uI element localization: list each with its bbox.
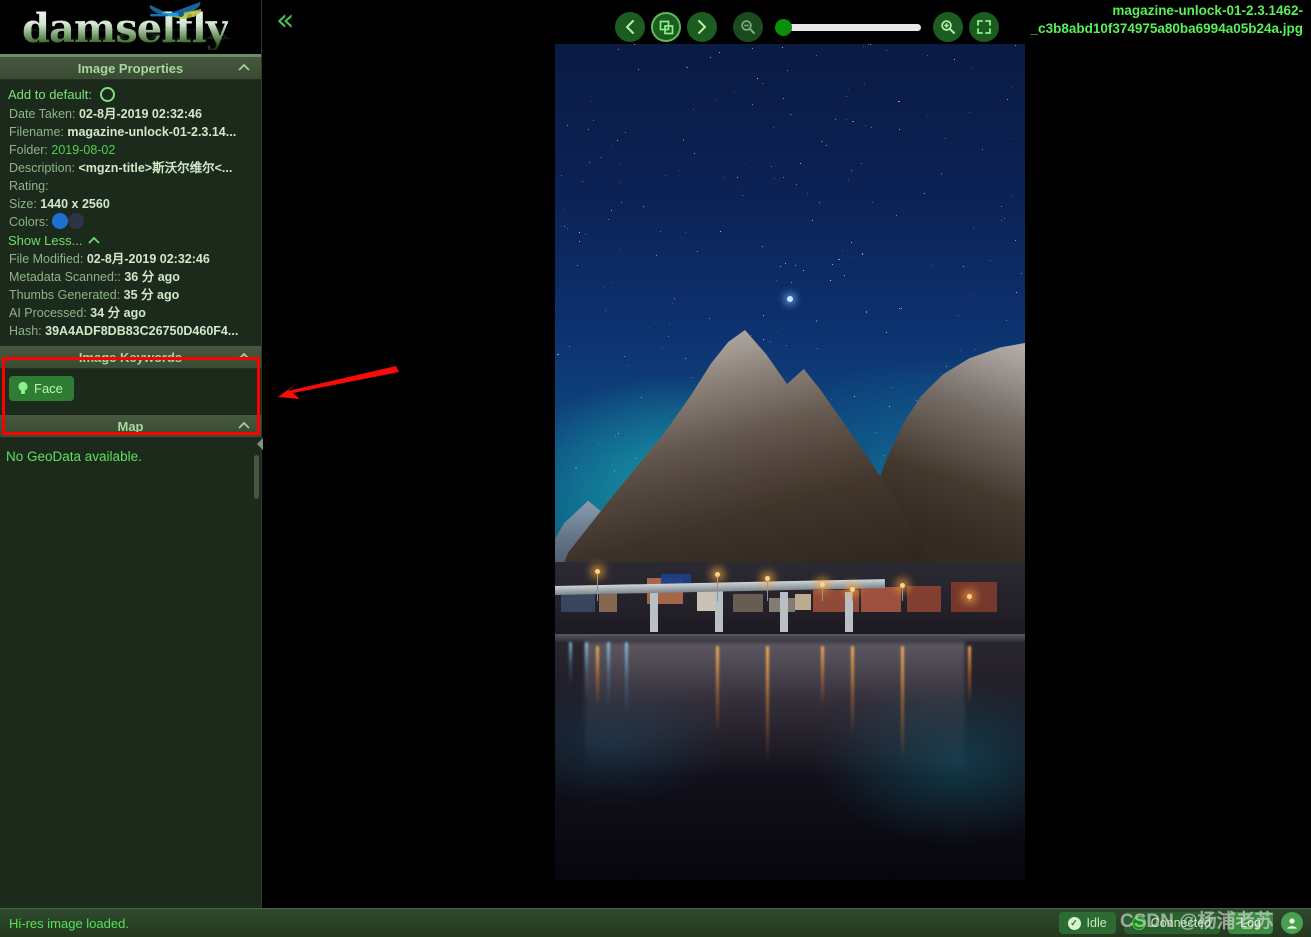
photo-bright-star	[787, 296, 793, 302]
property-label: Hash:	[9, 324, 46, 338]
status-connected-badge[interactable]: Connected	[1123, 912, 1221, 934]
property-label: Description:	[9, 161, 79, 175]
user-glyph-icon	[1287, 918, 1297, 929]
property-row: Size: 1440 x 2560	[0, 195, 261, 213]
property-label: Filename:	[9, 125, 68, 139]
property-row: AI Processed: 34 分 ago	[0, 304, 261, 322]
panel-body-map: No GeoData available.	[0, 438, 261, 475]
damselfly-app: damselfly damselfly Image Properties Add…	[0, 0, 1311, 937]
color-swatches	[52, 213, 85, 229]
magnifier-minus-icon	[741, 20, 755, 34]
sidebar: damselfly damselfly Image Properties Add…	[0, 0, 262, 908]
panel-body-image-keywords: Face	[0, 369, 261, 413]
image-viewer	[262, 0, 1311, 908]
chevron-right-icon	[698, 20, 707, 34]
property-label: Date Taken:	[9, 107, 79, 121]
transform-crop-button[interactable]	[651, 12, 681, 42]
status-indicators: ✓ Idle Connected Log	[1058, 912, 1311, 934]
top-toolbar: « magazine-unlock-01-2.3.1462- _c3b8abd1…	[262, 0, 1311, 44]
panel-header-image-keywords[interactable]: Image Keywords	[0, 346, 261, 369]
green-dot-icon	[1132, 917, 1145, 929]
property-label: AI Processed:	[9, 306, 91, 320]
app-logo[interactable]: damselfly damselfly	[0, 0, 261, 57]
circle-outline-icon[interactable]	[99, 87, 115, 102]
photo-canvas[interactable]	[555, 42, 1025, 880]
property-row: Thumbs Generated: 35 分 ago	[0, 286, 261, 304]
property-value: 34 分 ago	[90, 306, 146, 320]
status-message: Hi-res image loaded.	[9, 915, 129, 931]
property-value: 36 分 ago	[124, 270, 180, 284]
show-less-label: Show Less...	[8, 233, 83, 248]
chevron-up-icon[interactable]	[237, 61, 251, 75]
property-row: Hash: 39A4ADF8DB83C26750D460F4...	[0, 322, 261, 340]
panel-title-image-properties: Image Properties	[77, 61, 184, 76]
property-value: 02-8月-2019 02:32:46	[78, 107, 202, 121]
image-title: magazine-unlock-01-2.3.1462- _c3b8abd10f…	[823, 2, 1303, 38]
photo-mountain-reflection	[585, 642, 965, 812]
property-value: 39A4ADF8DB83C26750D460F4...	[45, 324, 239, 338]
log-button[interactable]: Log	[1228, 912, 1273, 934]
property-row: Rating:	[0, 177, 261, 195]
chevron-up-icon[interactable]	[237, 419, 251, 433]
panel-title-map: Map	[117, 419, 144, 434]
property-row: Description: <mgzn-title>斯沃尔维尔<...	[0, 159, 261, 177]
property-label: Rating:	[9, 179, 49, 193]
status-bar: Hi-res image loaded. ✓ Idle Connected Lo…	[0, 908, 1311, 937]
zoom-out-button[interactable]	[733, 12, 763, 42]
keyword-chip-face[interactable]: Face	[9, 376, 74, 401]
lightbulb-icon	[18, 381, 28, 394]
property-value: 1440 x 2560	[40, 197, 110, 211]
crop-transform-icon	[659, 20, 673, 34]
property-row: Filename: magazine-unlock-01-2.3.14...	[0, 123, 261, 141]
zoom-slider-thumb[interactable]	[775, 19, 792, 36]
color-swatch[interactable]	[52, 213, 69, 229]
chevron-up-icon	[88, 236, 101, 244]
color-swatch[interactable]	[68, 213, 85, 229]
panel-body-image-properties: Add to default: Date Taken: 02-8月-2019 0…	[0, 80, 261, 344]
colors-row: Colors:	[0, 213, 261, 231]
dragonfly-icon	[149, 2, 202, 19]
property-label: Thumbs Generated:	[9, 288, 124, 302]
user-avatar-icon[interactable]	[1281, 912, 1303, 934]
property-row: Metadata Scanned:: 36 分 ago	[0, 268, 261, 286]
add-to-default-label: Add to default:	[8, 87, 92, 102]
map-no-geodata-message: No GeoData available.	[6, 449, 142, 464]
add-to-default-row: Add to default:	[0, 84, 261, 105]
next-image-button[interactable]	[687, 12, 717, 42]
panel-header-map[interactable]: Map	[0, 415, 261, 438]
property-value: <mgzn-title>斯沃尔维尔<...	[78, 161, 233, 175]
image-properties-rows: Date Taken: 02-8月-2019 02:32:46 Filename:…	[0, 105, 261, 213]
image-title-line2: _c3b8abd10f374975a80ba6994a05b24a.jpg	[1030, 21, 1303, 36]
check-circle-icon: ✓	[1067, 916, 1081, 930]
image-title-line1: magazine-unlock-01-2.3.1462-	[1112, 3, 1303, 18]
property-label: Folder:	[9, 143, 52, 157]
status-connected-label: Connected	[1150, 916, 1212, 930]
image-properties-extra-rows: File Modified: 02-8月-2019 02:32:46 Metada…	[0, 250, 261, 340]
panel-header-image-properties[interactable]: Image Properties	[0, 57, 261, 80]
sidebar-collapse-handle[interactable]	[256, 437, 264, 451]
property-value: magazine-unlock-01-2.3.14...	[67, 125, 237, 139]
property-row: Date Taken: 02-8月-2019 02:32:46	[0, 105, 261, 123]
status-idle-label: Idle	[1086, 916, 1107, 930]
property-row: File Modified: 02-8月-2019 02:32:46	[0, 250, 261, 268]
colors-label: Colors:	[9, 215, 49, 229]
show-less-toggle[interactable]: Show Less...	[0, 231, 261, 250]
keyword-chip-label: Face	[34, 381, 63, 396]
sidebar-scrollbar-thumb[interactable]	[254, 455, 259, 499]
chevron-up-icon[interactable]	[237, 350, 251, 364]
chevron-left-icon	[625, 20, 634, 34]
double-chevron-left-icon[interactable]: «	[276, 6, 294, 36]
panel-title-image-keywords: Image Keywords	[78, 350, 183, 365]
previous-image-button[interactable]	[615, 12, 645, 42]
property-label: Size:	[9, 197, 41, 211]
status-idle-badge[interactable]: ✓ Idle	[1058, 912, 1116, 934]
property-label: File Modified:	[9, 252, 87, 266]
property-value: 35 分 ago	[123, 288, 180, 302]
property-value: 2019-08-02	[51, 143, 116, 157]
property-value: 02-8月-2019 02:32:46	[86, 252, 210, 266]
property-row: Folder: 2019-08-02	[0, 141, 261, 159]
property-label: Metadata Scanned::	[9, 270, 125, 284]
